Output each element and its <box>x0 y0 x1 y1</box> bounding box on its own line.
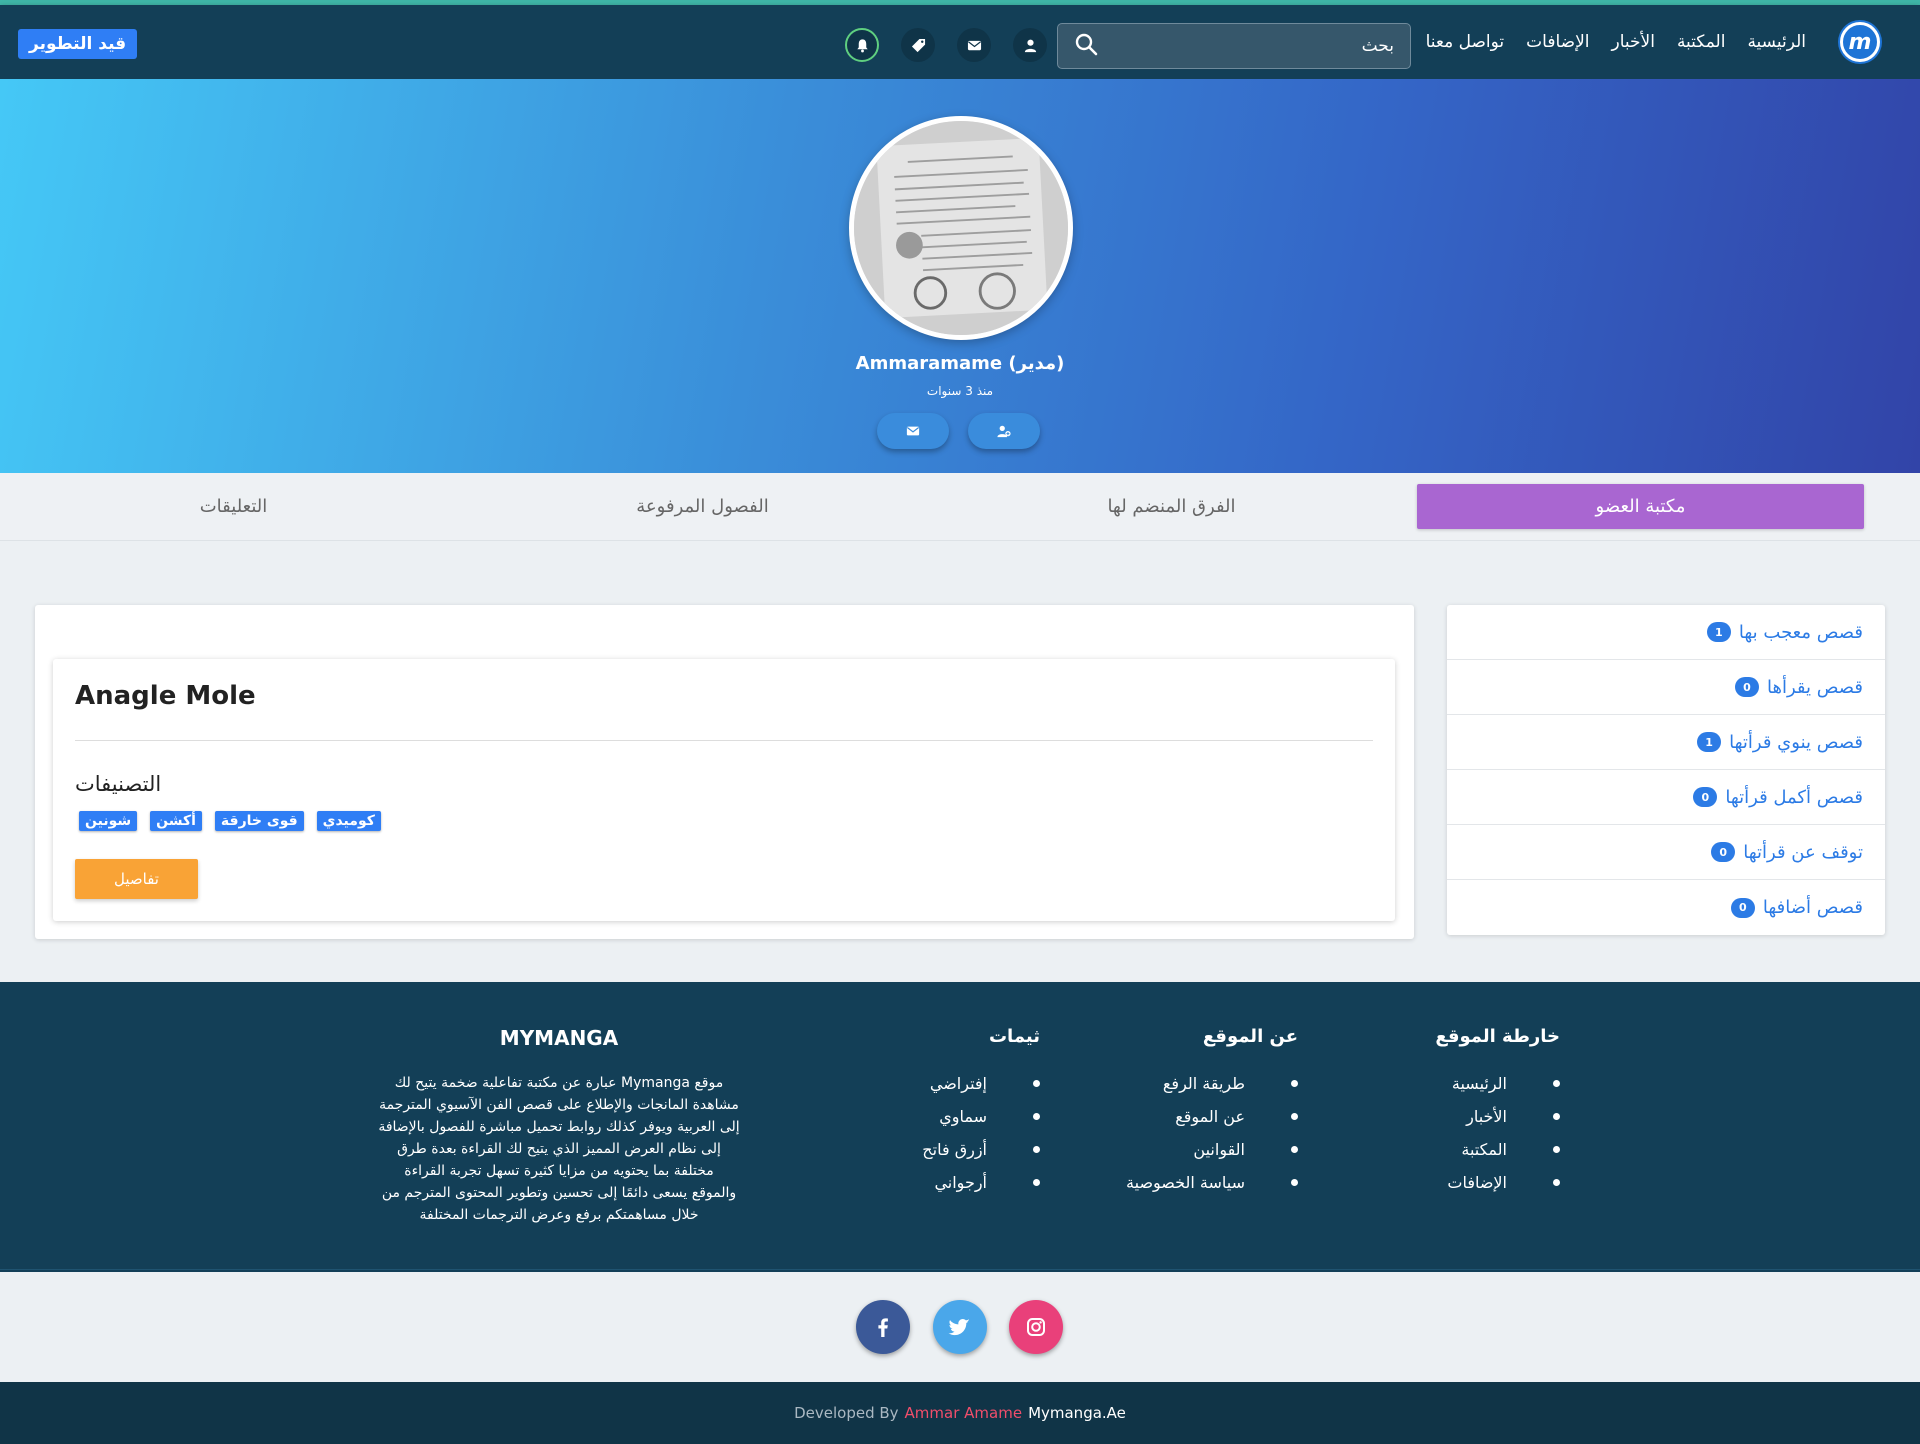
footer: خارطة الموقع الرئيسية الأخبار المكتبة ال… <box>0 982 1920 1272</box>
categories-heading: التصنيفات <box>75 772 162 796</box>
footer-about-site: عن الموقع طريقة الرفع عن الموقع القوانين… <box>1126 1026 1298 1199</box>
theme-option[interactable]: أزرق فاتح <box>922 1133 1040 1166</box>
search-input[interactable] <box>1098 36 1394 56</box>
profile-name: Ammaramame (مدير) <box>855 353 1065 374</box>
nav-links: الرئيسية المكتبة الأخبار الإضافات تواصل … <box>1426 5 1806 79</box>
list-item-dropped[interactable]: توقف عن قرأتها 0 <box>1447 825 1885 880</box>
profile-hero: Ammaramame (مدير) منذ 3 سنوات <box>0 79 1920 473</box>
footer-sitemap: خارطة الموقع الرئيسية الأخبار المكتبة ال… <box>1435 1026 1560 1199</box>
tab-joined-teams[interactable]: الفرق المنضم لها <box>948 484 1395 529</box>
count-badge: 0 <box>1711 842 1736 862</box>
user-icon[interactable] <box>1013 28 1047 62</box>
navbar: m الرئيسية المكتبة الأخبار الإضافات تواص… <box>0 5 1920 79</box>
profile-avatar <box>849 116 1073 340</box>
count-badge: 0 <box>1730 897 1755 918</box>
footer-link[interactable]: طريقة الرفع <box>1126 1067 1298 1100</box>
follow-user-icon <box>997 425 1011 438</box>
twitter-icon[interactable] <box>933 1300 987 1354</box>
list-item-label: قصص أضافها <box>1762 897 1863 918</box>
tag-icon[interactable] <box>901 28 935 62</box>
tab-uploaded-chapters[interactable]: الفصول المرفوعة <box>479 484 926 529</box>
nav-link-news[interactable]: الأخبار <box>1611 32 1654 52</box>
envelope-icon <box>906 426 920 436</box>
count-badge: 0 <box>1693 787 1718 807</box>
details-button[interactable]: تفاصيل <box>75 859 198 899</box>
credit-site-link[interactable]: Mymanga.Ae <box>1028 1404 1126 1422</box>
list-item-completed[interactable]: قصص أكمل قرأتها 0 <box>1447 770 1885 825</box>
count-badge: 1 <box>1697 732 1722 752</box>
footer-description: موقع Mymanga عبارة عن مكتبة تفاعلية ضخمة… <box>378 1075 740 1223</box>
nav-link-additions[interactable]: الإضافات <box>1526 32 1589 52</box>
library-filter-list: قصص معجب بها 1 قصص يقرأها 0 قصص ينوي قرأته… <box>1447 605 1885 935</box>
credits-bar: Developed By Ammar Amame Mymanga.Ae <box>0 1382 1920 1444</box>
list-item-label: قصص ينوي قرأتها <box>1729 731 1863 753</box>
bell-icon[interactable] <box>845 28 879 62</box>
manga-title[interactable]: Anagle Mole <box>75 681 256 711</box>
main-content: Anagle Mole التصنيفات شونين أكشن قوى خار… <box>0 541 1920 984</box>
search-icon[interactable] <box>1074 32 1098 60</box>
footer-brand-title: MYMANGA <box>499 1026 619 1050</box>
follow-user-button[interactable] <box>968 413 1040 449</box>
nav-link-contact[interactable]: تواصل معنا <box>1426 32 1505 52</box>
footer-brand: MYMANGA موقع Mymanga عبارة عن مكتبة تفاع… <box>358 1026 760 1226</box>
avatar-document-image <box>854 121 1068 335</box>
footer-heading: خارطة الموقع <box>1435 1026 1560 1047</box>
theme-option[interactable]: سماوي <box>922 1100 1040 1133</box>
footer-link[interactable]: القوانين <box>1126 1133 1298 1166</box>
profile-member-since: منذ 3 سنوات <box>926 384 994 398</box>
footer-divider <box>0 1269 1920 1270</box>
tag-comedy[interactable]: كوميدي <box>316 811 381 831</box>
category-tags: شونين أكشن قوى خارقة كوميدي <box>79 811 381 831</box>
theme-option[interactable]: إفتراضي <box>922 1067 1040 1100</box>
tag-superpowers[interactable]: قوى خارقة <box>214 811 304 831</box>
profile-tabs: مكتبة العضو الفرق المنضم لها الفصول المر… <box>0 473 1920 541</box>
list-item-label: قصص يقرأها <box>1766 676 1863 698</box>
envelope-icon[interactable] <box>957 28 991 62</box>
theme-option[interactable]: أرجواني <box>922 1166 1040 1199</box>
site-logo[interactable]: m <box>1840 22 1880 62</box>
count-badge: 1 <box>1706 622 1731 642</box>
list-item-liked[interactable]: قصص معجب بها 1 <box>1447 605 1885 660</box>
list-item-label: قصص معجب بها <box>1738 621 1863 643</box>
under-development-badge[interactable]: قيد التطوير <box>18 29 138 59</box>
facebook-icon[interactable] <box>856 1300 910 1354</box>
instagram-icon[interactable] <box>1009 1300 1063 1354</box>
tab-member-library[interactable]: مكتبة العضو <box>1417 484 1864 529</box>
footer-themes: ثيمات إفتراضي سماوي أزرق فاتح أرجواني <box>922 1026 1040 1199</box>
footer-link[interactable]: المكتبة <box>1435 1133 1560 1166</box>
manga-card: Anagle Mole التصنيفات شونين أكشن قوى خار… <box>53 659 1395 921</box>
list-item-label: توقف عن قرأتها <box>1743 841 1863 863</box>
footer-link[interactable]: عن الموقع <box>1126 1100 1298 1133</box>
library-panel: Anagle Mole التصنيفات شونين أكشن قوى خار… <box>35 605 1414 939</box>
tag-action[interactable]: أكشن <box>150 811 202 831</box>
send-message-button[interactable] <box>877 413 949 449</box>
tag-shounen[interactable]: شونين <box>79 811 138 831</box>
credit-prefix: Developed By <box>794 1404 899 1422</box>
count-badge: 0 <box>1734 677 1759 697</box>
footer-link[interactable]: الرئيسية <box>1435 1067 1560 1100</box>
footer-heading: ثيمات <box>988 1026 1040 1047</box>
list-item-reading[interactable]: قصص يقرأها 0 <box>1447 660 1885 715</box>
footer-link[interactable]: الأخبار <box>1435 1100 1560 1133</box>
tab-comments[interactable]: التعليقات <box>10 484 457 529</box>
nav-link-home[interactable]: الرئيسية <box>1747 32 1806 52</box>
divider <box>75 740 1373 741</box>
list-item-added[interactable]: قصص أضافها 0 <box>1447 880 1885 935</box>
nav-link-library[interactable]: المكتبة <box>1677 32 1726 52</box>
footer-link[interactable]: سياسة الخصوصية <box>1126 1166 1298 1199</box>
list-item-label: قصص أكمل قرأتها <box>1725 786 1863 808</box>
list-item-plan-to-read[interactable]: قصص ينوي قرأتها 1 <box>1447 715 1885 770</box>
footer-link[interactable]: الإضافات <box>1435 1166 1560 1199</box>
logo-letter: m <box>1848 29 1872 55</box>
credit-author-link[interactable]: Ammar Amame <box>905 1404 1023 1422</box>
search-box <box>1057 23 1411 69</box>
footer-heading: عن الموقع <box>1202 1026 1298 1047</box>
